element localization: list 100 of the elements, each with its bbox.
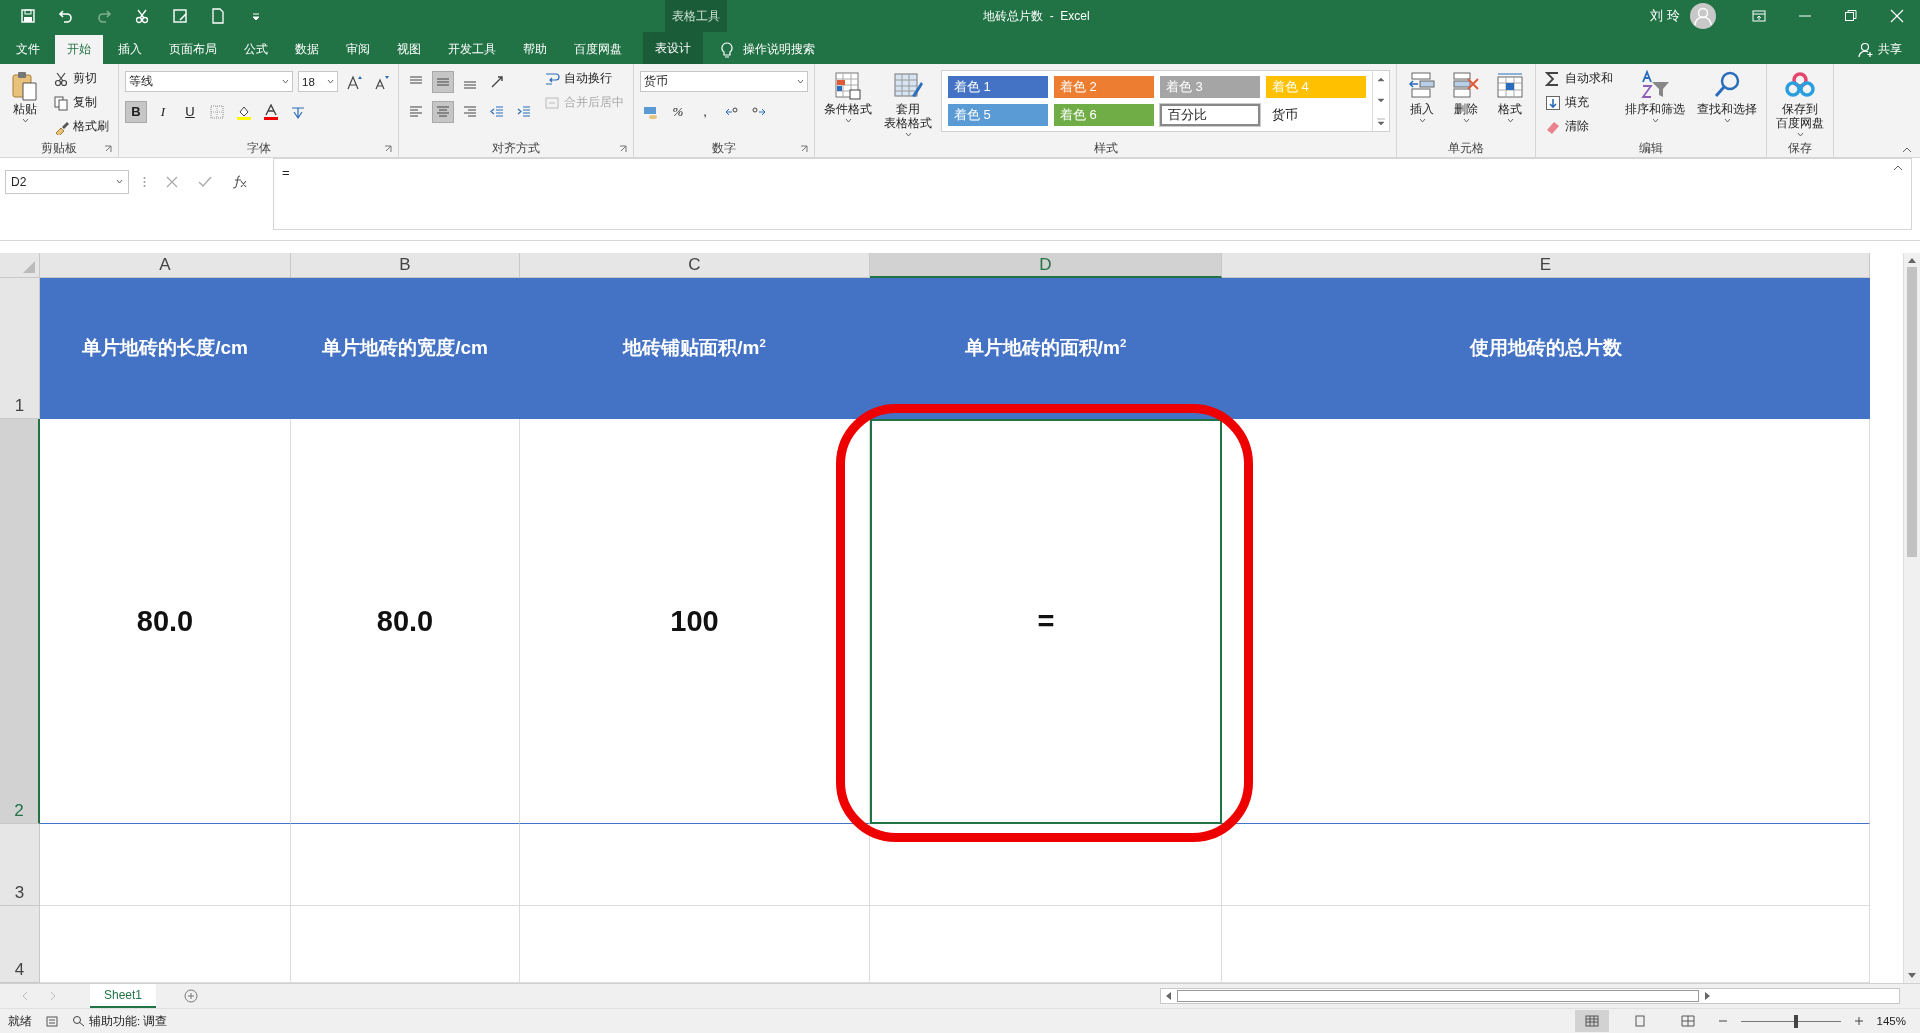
ribbon-tab[interactable]: 开始 — [55, 35, 103, 64]
ribbon-button[interactable]: 清除 — [1542, 116, 1616, 137]
function-icon[interactable] — [232, 174, 248, 189]
format-toggle[interactable]: B — [125, 100, 147, 123]
cell-frame[interactable]: 单片地砖的宽度/cm — [291, 278, 520, 420]
ribbon-tab[interactable]: 页面布局 — [157, 35, 229, 64]
scroll-up-icon[interactable] — [1908, 257, 1916, 264]
empty-cell[interactable] — [520, 824, 870, 907]
ribbon-tab[interactable]: 审阅 — [334, 35, 382, 64]
column-header[interactable]: C — [520, 253, 870, 279]
scroll-thumb[interactable] — [1907, 267, 1917, 558]
ribbon-button[interactable]: 格式 — [1491, 68, 1529, 125]
ribbon-tab[interactable]: 百度网盘 — [562, 35, 634, 64]
row-header[interactable]: 3 — [0, 824, 40, 907]
ribbon-button[interactable]: 剪切 — [50, 68, 112, 89]
cell-frame[interactable]: 单片地砖的面积/m$^{2}$ — [870, 278, 1222, 420]
ribbon-button[interactable]: 自动求和 — [1542, 68, 1616, 89]
share-button[interactable]: 共享 — [1858, 35, 1902, 64]
row-header[interactable]: 1 — [0, 278, 40, 420]
cell-frame[interactable]: 100 — [520, 419, 870, 825]
vertical-scrollbar[interactable] — [1903, 253, 1920, 984]
column-header[interactable]: E — [1222, 253, 1870, 279]
ribbon-display-icon[interactable] — [1752, 9, 1766, 23]
user-name[interactable]: 刘 玲 — [1650, 7, 1680, 25]
ribbon-button[interactable]: 填充 — [1542, 92, 1616, 113]
name-box[interactable]: D2 — [5, 169, 129, 194]
page-layout-icon[interactable] — [1632, 1015, 1647, 1028]
ribbon-tab[interactable]: 插入 — [106, 35, 154, 64]
font-grow-icon[interactable] — [346, 73, 362, 90]
undo-icon[interactable] — [58, 8, 74, 24]
align-right-icon[interactable] — [462, 103, 478, 120]
ribbon-button[interactable]: 套用 表格格式 — [881, 68, 935, 139]
redo-icon[interactable] — [96, 8, 112, 24]
dialog-launcher-icon[interactable] — [619, 144, 627, 153]
accessibility-status[interactable]: 辅助功能: 调查 — [72, 1013, 168, 1029]
align-center-icon[interactable] — [435, 103, 451, 120]
tell-me-search[interactable]: 操作说明搜索 — [720, 35, 815, 64]
dialog-launcher-icon[interactable] — [104, 144, 112, 153]
align-left-icon[interactable] — [408, 103, 424, 120]
page-break-icon[interactable] — [1680, 1015, 1695, 1028]
add-sheet-icon[interactable] — [184, 989, 199, 1004]
cell-frame[interactable]: 使用地砖的总片数 — [1222, 278, 1870, 420]
orientation-icon[interactable] — [489, 73, 505, 90]
ribbon-tab[interactable]: 公式 — [232, 35, 280, 64]
ribbon-button[interactable]: 条件格式 — [821, 68, 875, 125]
indent-icon[interactable] — [516, 103, 532, 120]
outdent-icon[interactable] — [489, 103, 505, 120]
scroll-down-icon[interactable] — [1908, 973, 1916, 980]
scroll-left-icon[interactable] — [1165, 992, 1171, 1001]
cell-frame[interactable]: 80.0 — [40, 419, 291, 825]
ribbon-button[interactable]: 排序和筛选 — [1622, 68, 1688, 125]
expand-formula-icon[interactable] — [1893, 164, 1903, 171]
ribbon-button[interactable]: 删除 — [1447, 68, 1485, 125]
dropdown-field[interactable]: 18 — [298, 71, 338, 92]
ribbon-button[interactable]: 格式刷 — [50, 116, 112, 137]
cell-style[interactable]: 着色 1 — [948, 76, 1048, 98]
font-color-icon[interactable] — [263, 103, 279, 120]
restore-icon[interactable] — [1844, 9, 1858, 23]
font-shrink-icon[interactable] — [373, 73, 389, 90]
zoom-in-icon[interactable] — [1854, 1017, 1863, 1026]
zoom-level[interactable]: 145% — [1876, 1015, 1906, 1028]
format-toggle[interactable]: I — [152, 100, 174, 123]
avatar-icon[interactable] — [1690, 3, 1716, 29]
ribbon-tab[interactable]: 文件 — [0, 35, 52, 64]
row-header[interactable]: 4 — [0, 906, 40, 984]
column-header[interactable]: B — [291, 253, 520, 279]
gallery-up-icon[interactable] — [1376, 75, 1386, 85]
sheet-tab[interactable]: Sheet1 — [90, 984, 157, 1009]
cancel-icon[interactable] — [166, 175, 178, 188]
row-header[interactable]: 2 — [0, 419, 40, 825]
ribbon-button[interactable]: 自动换行 — [541, 68, 627, 89]
scissors-icon[interactable] — [134, 8, 150, 24]
ribbon-tab[interactable]: 开发工具 — [436, 35, 508, 64]
dialog-launcher-icon[interactable] — [800, 144, 808, 153]
column-header[interactable]: A — [40, 253, 291, 279]
ribbon-tab[interactable]: 数据 — [283, 35, 331, 64]
column-header[interactable]: D — [870, 253, 1222, 279]
cell-style[interactable]: 百分比 — [1160, 104, 1260, 126]
save-icon[interactable] — [20, 8, 36, 24]
new-file-icon[interactable] — [210, 8, 226, 24]
scroll-thumb[interactable] — [1177, 990, 1699, 1003]
format-toggle[interactable]: , — [694, 100, 716, 123]
dialog-launcher-icon[interactable] — [384, 144, 392, 153]
slider-thumb[interactable] — [1793, 1014, 1798, 1028]
cell-frame[interactable]: 80.0 — [291, 419, 520, 825]
ribbon-tab[interactable]: 视图 — [385, 35, 433, 64]
cell-frame[interactable]: 地砖铺贴面积/m$^{2}$ — [520, 278, 870, 420]
collapse-ribbon-icon[interactable] — [1902, 146, 1912, 153]
ribbon-button[interactable]: 保存到 百度网盘 — [1773, 68, 1827, 139]
format-toggle[interactable]: U — [179, 100, 201, 123]
horizontal-scrollbar[interactable] — [1160, 988, 1900, 1005]
close-icon[interactable] — [1890, 9, 1904, 23]
formula-input[interactable]: = — [273, 157, 1912, 230]
ribbon-button[interactable]: 查找和选择 — [1694, 68, 1760, 125]
cell-frame[interactable]: = — [870, 419, 1222, 825]
format-toggle[interactable]: % — [667, 100, 689, 123]
dropdown-field[interactable]: 等线 — [125, 71, 293, 92]
ribbon-button[interactable]: 粘贴 — [6, 68, 44, 125]
cell-frame[interactable]: 单片地砖的长度/cm — [40, 278, 291, 420]
empty-cell[interactable] — [291, 824, 520, 907]
